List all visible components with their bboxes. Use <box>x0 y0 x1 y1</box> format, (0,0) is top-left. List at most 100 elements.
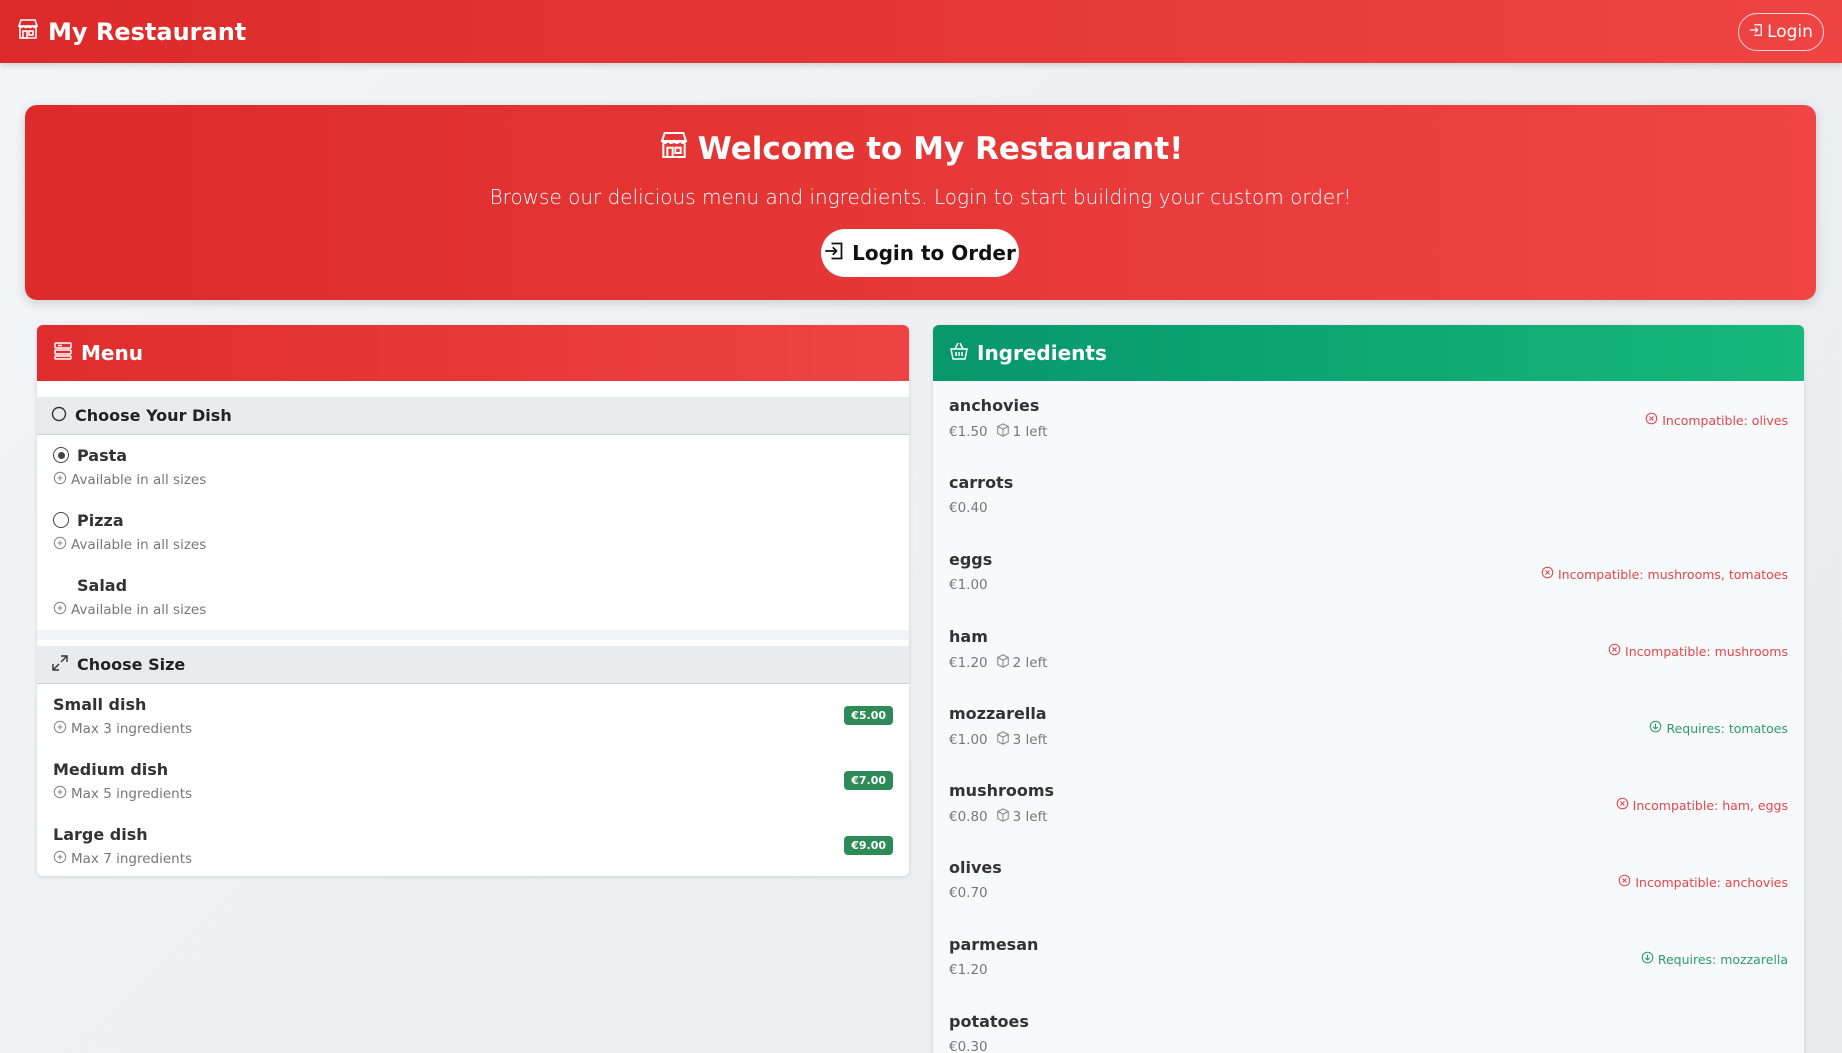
box-icon <box>996 731 1013 749</box>
ingredient-price: €1.20 <box>949 655 988 671</box>
radio-selected[interactable] <box>53 447 69 463</box>
ingredient-row-parmesan: parmesan €1.20 Requires: mozzarella <box>933 920 1804 997</box>
size-option-large[interactable]: Large dish Max 7 ingredients €9.00 <box>37 814 909 876</box>
constraint-text: Requires: mozzarella <box>1657 951 1788 967</box>
dish-option-pizza[interactable]: Pizza Available in all sizes <box>37 500 909 565</box>
dish-list: Pasta Available in all sizes Pizza Avail… <box>37 435 909 630</box>
size-option-medium[interactable]: Medium dish Max 5 ingredients €7.00 <box>37 749 909 814</box>
ingredient-stock: 3 left <box>1012 732 1048 748</box>
brand-name: My Restaurant <box>48 17 247 46</box>
radio-hidden[interactable] <box>53 577 69 593</box>
ingredient-stock: 1 left <box>1012 424 1048 440</box>
ingredient-price: €0.40 <box>949 500 988 516</box>
ingredient-constraint: Requires: tomatoes <box>1649 720 1788 736</box>
ingredient-stock: 2 left <box>1012 655 1048 671</box>
dish-name: Salad <box>77 575 128 595</box>
plus-circle-icon <box>53 850 71 868</box>
brand[interactable]: My Restaurant <box>16 17 246 47</box>
dish-name: Pizza <box>77 510 124 530</box>
login-button[interactable]: Login <box>1738 13 1824 51</box>
choose-size-title: Choose Size <box>77 655 186 674</box>
size-note: Max 3 ingredients <box>71 721 193 737</box>
ingredient-constraint: Incompatible: anchovies <box>1618 874 1788 890</box>
x-circle-icon <box>1616 797 1633 813</box>
ingredients-header: Ingredients <box>933 325 1804 381</box>
login-icon <box>824 241 852 266</box>
ingredients-card: Ingredients anchovies €1.50 1 left Incompat… <box>933 325 1804 1053</box>
choose-dish-header: Choose Your Dish <box>37 397 909 435</box>
ingredient-row-anchovies: anchovies €1.50 1 left Incompatible: olives <box>933 381 1804 458</box>
ingredient-name: carrots <box>949 473 1014 492</box>
ingredient-price: €1.20 <box>949 962 988 978</box>
size-list: Small dish Max 3 ingredients €5.00 Mediu… <box>37 684 909 876</box>
ingredient-constraint: Incompatible: mushrooms, tomatoes <box>1541 566 1788 582</box>
shop-icon <box>16 17 48 47</box>
box-icon <box>996 423 1013 441</box>
plus-circle-icon <box>53 471 71 489</box>
ingredient-price: €1.00 <box>949 732 988 748</box>
dish-note: Available in all sizes <box>71 472 207 488</box>
ingredient-constraint: Incompatible: mushrooms <box>1608 643 1788 659</box>
constraint-text: Requires: tomatoes <box>1666 720 1788 736</box>
login-to-order-label: Login to Order <box>852 241 1016 265</box>
size-name: Large dish <box>53 824 148 844</box>
constraint-text: Incompatible: anchovies <box>1635 874 1788 890</box>
arrow-down-circle-icon <box>1649 720 1666 736</box>
ingredient-row-mushrooms: mushrooms €0.80 3 left Incompatible: ham, e… <box>933 766 1804 843</box>
size-note: Max 7 ingredients <box>71 851 193 867</box>
x-circle-icon <box>1541 566 1558 582</box>
plus-circle-icon <box>53 601 71 619</box>
ingredient-price: €0.30 <box>949 1039 988 1053</box>
x-circle-icon <box>1608 643 1625 659</box>
ingredient-stock: 3 left <box>1012 809 1048 825</box>
ingredient-row-mozzarella: mozzarella €1.00 3 left Requires: tomatoes <box>933 689 1804 766</box>
ingredient-row-eggs: eggs €1.00 Incompatible: mushrooms, tomato… <box>933 535 1804 612</box>
constraint-text: Incompatible: olives <box>1662 412 1788 428</box>
ingredient-price: €0.80 <box>949 809 988 825</box>
plus-circle-icon <box>53 536 71 554</box>
login-to-order-button[interactable]: Login to Order <box>821 229 1019 277</box>
choose-size-header: Choose Size <box>37 646 909 684</box>
ingredient-constraint: Incompatible: olives <box>1645 412 1788 428</box>
shop-icon <box>658 129 698 169</box>
menu-icon <box>53 341 81 366</box>
hero-title: Welcome to My Restaurant! <box>25 129 1816 169</box>
hero-subtitle: Browse our delicious menu and ingredient… <box>489 185 1352 209</box>
menu-header: Menu <box>37 325 909 381</box>
ingredient-row-olives: olives €0.70 Incompatible: anchovies <box>933 843 1804 920</box>
size-name: Small dish <box>53 694 147 714</box>
arrow-down-circle-icon <box>1641 951 1658 967</box>
x-circle-icon <box>1618 874 1635 890</box>
constraint-text: Incompatible: mushrooms <box>1625 643 1788 659</box>
size-option-small[interactable]: Small dish Max 3 ingredients €5.00 <box>37 684 909 749</box>
welcome-banner: Welcome to My Restaurant! Browse our del… <box>25 105 1816 300</box>
ingredient-price: €1.50 <box>949 424 988 440</box>
menu-card: Menu Choose Your Dish Pasta Available in… <box>37 325 909 876</box>
expand-icon <box>51 654 77 676</box>
menu-title: Menu <box>81 341 143 365</box>
ingredients-title: Ingredients <box>977 341 1107 365</box>
ingredient-price: €1.00 <box>949 577 988 593</box>
size-note: Max 5 ingredients <box>71 786 193 802</box>
login-icon <box>1749 22 1767 42</box>
dish-name: Pasta <box>77 445 128 465</box>
size-name: Medium dish <box>53 759 169 779</box>
price-badge: €7.00 <box>844 771 893 790</box>
box-icon <box>996 808 1013 826</box>
dish-note: Available in all sizes <box>71 602 207 618</box>
ingredients-list: anchovies €1.50 1 left Incompatible: olives… <box>933 381 1804 1053</box>
x-circle-icon <box>1645 412 1662 428</box>
constraint-text: Incompatible: mushrooms, tomatoes <box>1557 566 1788 582</box>
dish-option-pasta[interactable]: Pasta Available in all sizes <box>37 435 909 500</box>
ingredient-row-potatoes: potatoes €0.30 <box>933 997 1804 1053</box>
navbar: My Restaurant Login <box>0 0 1842 63</box>
login-label: Login <box>1767 22 1813 42</box>
price-badge: €9.00 <box>844 836 893 855</box>
dish-option-salad[interactable]: Salad Available in all sizes <box>37 565 909 630</box>
ingredient-price: €0.70 <box>949 885 988 901</box>
radio-unselected[interactable] <box>53 512 69 528</box>
ingredient-constraint: Incompatible: ham, eggs <box>1616 797 1788 813</box>
divider <box>37 630 909 640</box>
basket-icon <box>949 341 977 366</box>
hero-title-text: Welcome to My Restaurant! <box>697 131 1184 167</box>
